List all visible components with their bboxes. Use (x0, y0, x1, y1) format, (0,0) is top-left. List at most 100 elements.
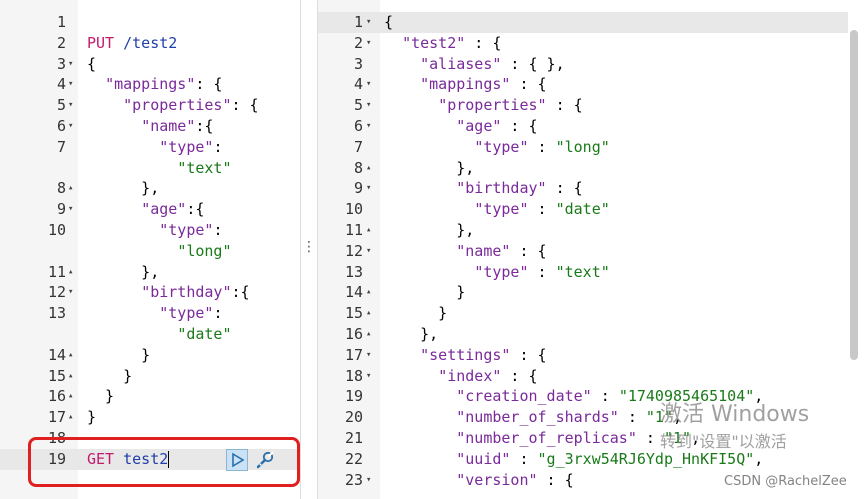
code-text: } (87, 366, 133, 385)
line-number: 12 (47, 283, 66, 302)
request-line[interactable]: 8 ▴ }, (0, 178, 300, 199)
line-number: 11 (344, 221, 363, 239)
fold-expand-icon[interactable]: ▴ (68, 262, 73, 283)
fold-collapse-icon[interactable]: ▾ (366, 241, 371, 262)
response-line[interactable]: 7 "type" : "long" (318, 137, 858, 158)
line-number: 3 (353, 54, 363, 73)
request-line[interactable]: 7 "type": (0, 137, 300, 158)
pane-resize-handle[interactable]: ⋮ (300, 0, 318, 499)
response-line[interactable]: 11 ▴ }, (318, 220, 858, 241)
fold-collapse-icon[interactable]: ▾ (366, 95, 371, 116)
fold-collapse-icon[interactable]: ▾ (366, 345, 371, 366)
response-line[interactable]: 18 ▾ "index" : { (318, 366, 858, 387)
windows-activation-watermark: 激活 Windows (660, 402, 810, 427)
response-line[interactable]: 4 ▾ "mappings" : { (318, 74, 858, 95)
line-number: 12 (344, 241, 363, 260)
code-text: "name" : { (456, 241, 547, 260)
code-text: }, (384, 158, 475, 177)
request-line[interactable]: 9 ▾ "age":{ (0, 199, 300, 220)
response-line[interactable]: 2 ▾ "test2" : { (318, 33, 858, 54)
request-line[interactable]: 15 ▴ } (0, 366, 300, 387)
code-text: "age":{ (141, 200, 205, 219)
code-text: } (87, 345, 151, 364)
response-line[interactable]: 15 ▴ } (318, 303, 858, 324)
response-line[interactable]: 16 ▴ }, (318, 324, 858, 345)
response-line[interactable]: 3 "aliases" : { }, (318, 54, 858, 75)
request-line[interactable]: "date" (0, 324, 300, 345)
line-number: 2 (56, 33, 66, 52)
code-text: "test2" : { (402, 33, 502, 52)
fold-collapse-icon[interactable]: ▾ (68, 74, 73, 95)
fold-expand-icon[interactable]: ▴ (68, 345, 73, 366)
request-line[interactable]: 10 "type": (0, 220, 300, 241)
code-text: "text" (177, 158, 232, 177)
code-text: "settings" : { (420, 345, 547, 364)
line-number: 5 (56, 96, 66, 115)
csdn-credit: CSDN @RachelZee (724, 474, 847, 489)
request-line[interactable]: 11 ▴ }, (0, 262, 300, 283)
code-text: "properties": { (123, 96, 259, 115)
fold-collapse-icon[interactable]: ▾ (68, 95, 73, 116)
request-line[interactable]: 12 ▾ "birthday":{ (0, 282, 300, 303)
fold-collapse-icon[interactable]: ▾ (366, 470, 371, 491)
fold-collapse-icon[interactable]: ▾ (68, 282, 73, 303)
line-number: 15 (344, 304, 363, 323)
fold-collapse-icon[interactable]: ▾ (366, 116, 371, 137)
request-line[interactable]: 13 "type": (0, 303, 300, 324)
code-text: "type": (159, 221, 223, 239)
request-editor-pane[interactable]: 1 2 PUT /test2 3 ▾{4 ▾ "mappings": {5 ▾ "prope… (0, 0, 300, 499)
code-text: "version" : { (456, 470, 574, 489)
request-line[interactable]: 4 ▾ "mappings": { (0, 74, 300, 95)
code-text: }, (87, 179, 160, 198)
line-number: 10 (344, 200, 363, 219)
resize-handle-dots-icon: ⋮ (302, 239, 316, 255)
fold-expand-icon[interactable]: ▴ (68, 386, 73, 407)
fold-collapse-icon[interactable]: ▾ (366, 74, 371, 95)
request-line[interactable]: "long" (0, 241, 300, 262)
fold-collapse-icon[interactable]: ▾ (366, 33, 371, 54)
fold-collapse-icon[interactable]: ▾ (68, 199, 73, 220)
request-line[interactable]: 2 PUT /test2 (0, 33, 300, 54)
request-line[interactable]: 14 ▴ } (0, 345, 300, 366)
code-text: { (384, 13, 394, 31)
request-line[interactable]: 5 ▾ "properties": { (0, 95, 300, 116)
request-line[interactable]: 3 ▾ { (0, 54, 300, 75)
fold-expand-icon[interactable]: ▴ (68, 178, 73, 199)
fold-collapse-icon[interactable]: ▾ (366, 366, 371, 387)
fold-expand-icon[interactable]: ▴ (366, 324, 371, 345)
line-number: 17 (344, 345, 363, 364)
response-line[interactable]: 17 ▾ "settings" : { (318, 345, 858, 366)
response-line[interactable]: 6 ▾ "age" : { (318, 116, 858, 137)
code-text: "birthday" : { (456, 179, 583, 198)
code-text: "type" : "text" (474, 262, 610, 281)
request-line[interactable]: "text" (0, 158, 300, 179)
response-scrollbar[interactable] (850, 30, 858, 360)
code-text: "name":{ (141, 117, 214, 135)
line-number: 14 (344, 283, 363, 302)
response-line[interactable]: 10 "type" : "date" (318, 199, 858, 220)
line-number: 7 (353, 137, 363, 156)
fold-expand-icon[interactable]: ▴ (68, 366, 73, 387)
response-line[interactable]: 1 ▾ { (318, 12, 858, 33)
request-line[interactable]: 6 ▾ "name":{ (0, 116, 300, 137)
request-line[interactable]: 1 (0, 12, 300, 33)
fold-collapse-icon[interactable]: ▾ (68, 116, 73, 137)
fold-expand-icon[interactable]: ▴ (366, 158, 371, 179)
fold-expand-icon[interactable]: ▴ (68, 407, 73, 428)
code-text: "type" : "long" (474, 137, 610, 156)
code-text: "type": (159, 304, 223, 323)
fold-collapse-icon[interactable]: ▾ (366, 12, 371, 33)
request-line[interactable]: 17 ▴} (0, 407, 300, 428)
fold-expand-icon[interactable]: ▴ (366, 303, 371, 324)
response-line[interactable]: 14 ▴ } (318, 282, 858, 303)
response-line[interactable]: 13 "type" : "text" (318, 262, 858, 283)
request-line[interactable]: 16 ▴ } (0, 386, 300, 407)
fold-expand-icon[interactable]: ▴ (366, 282, 371, 303)
fold-collapse-icon[interactable]: ▾ (68, 54, 73, 75)
response-line[interactable]: 12 ▾ "name" : { (318, 241, 858, 262)
fold-expand-icon[interactable]: ▴ (366, 220, 371, 241)
fold-collapse-icon[interactable]: ▾ (366, 178, 371, 199)
response-line[interactable]: 5 ▾ "properties" : { (318, 95, 858, 116)
response-line[interactable]: 9 ▾ "birthday" : { (318, 178, 858, 199)
response-line[interactable]: 8 ▴ }, (318, 158, 858, 179)
